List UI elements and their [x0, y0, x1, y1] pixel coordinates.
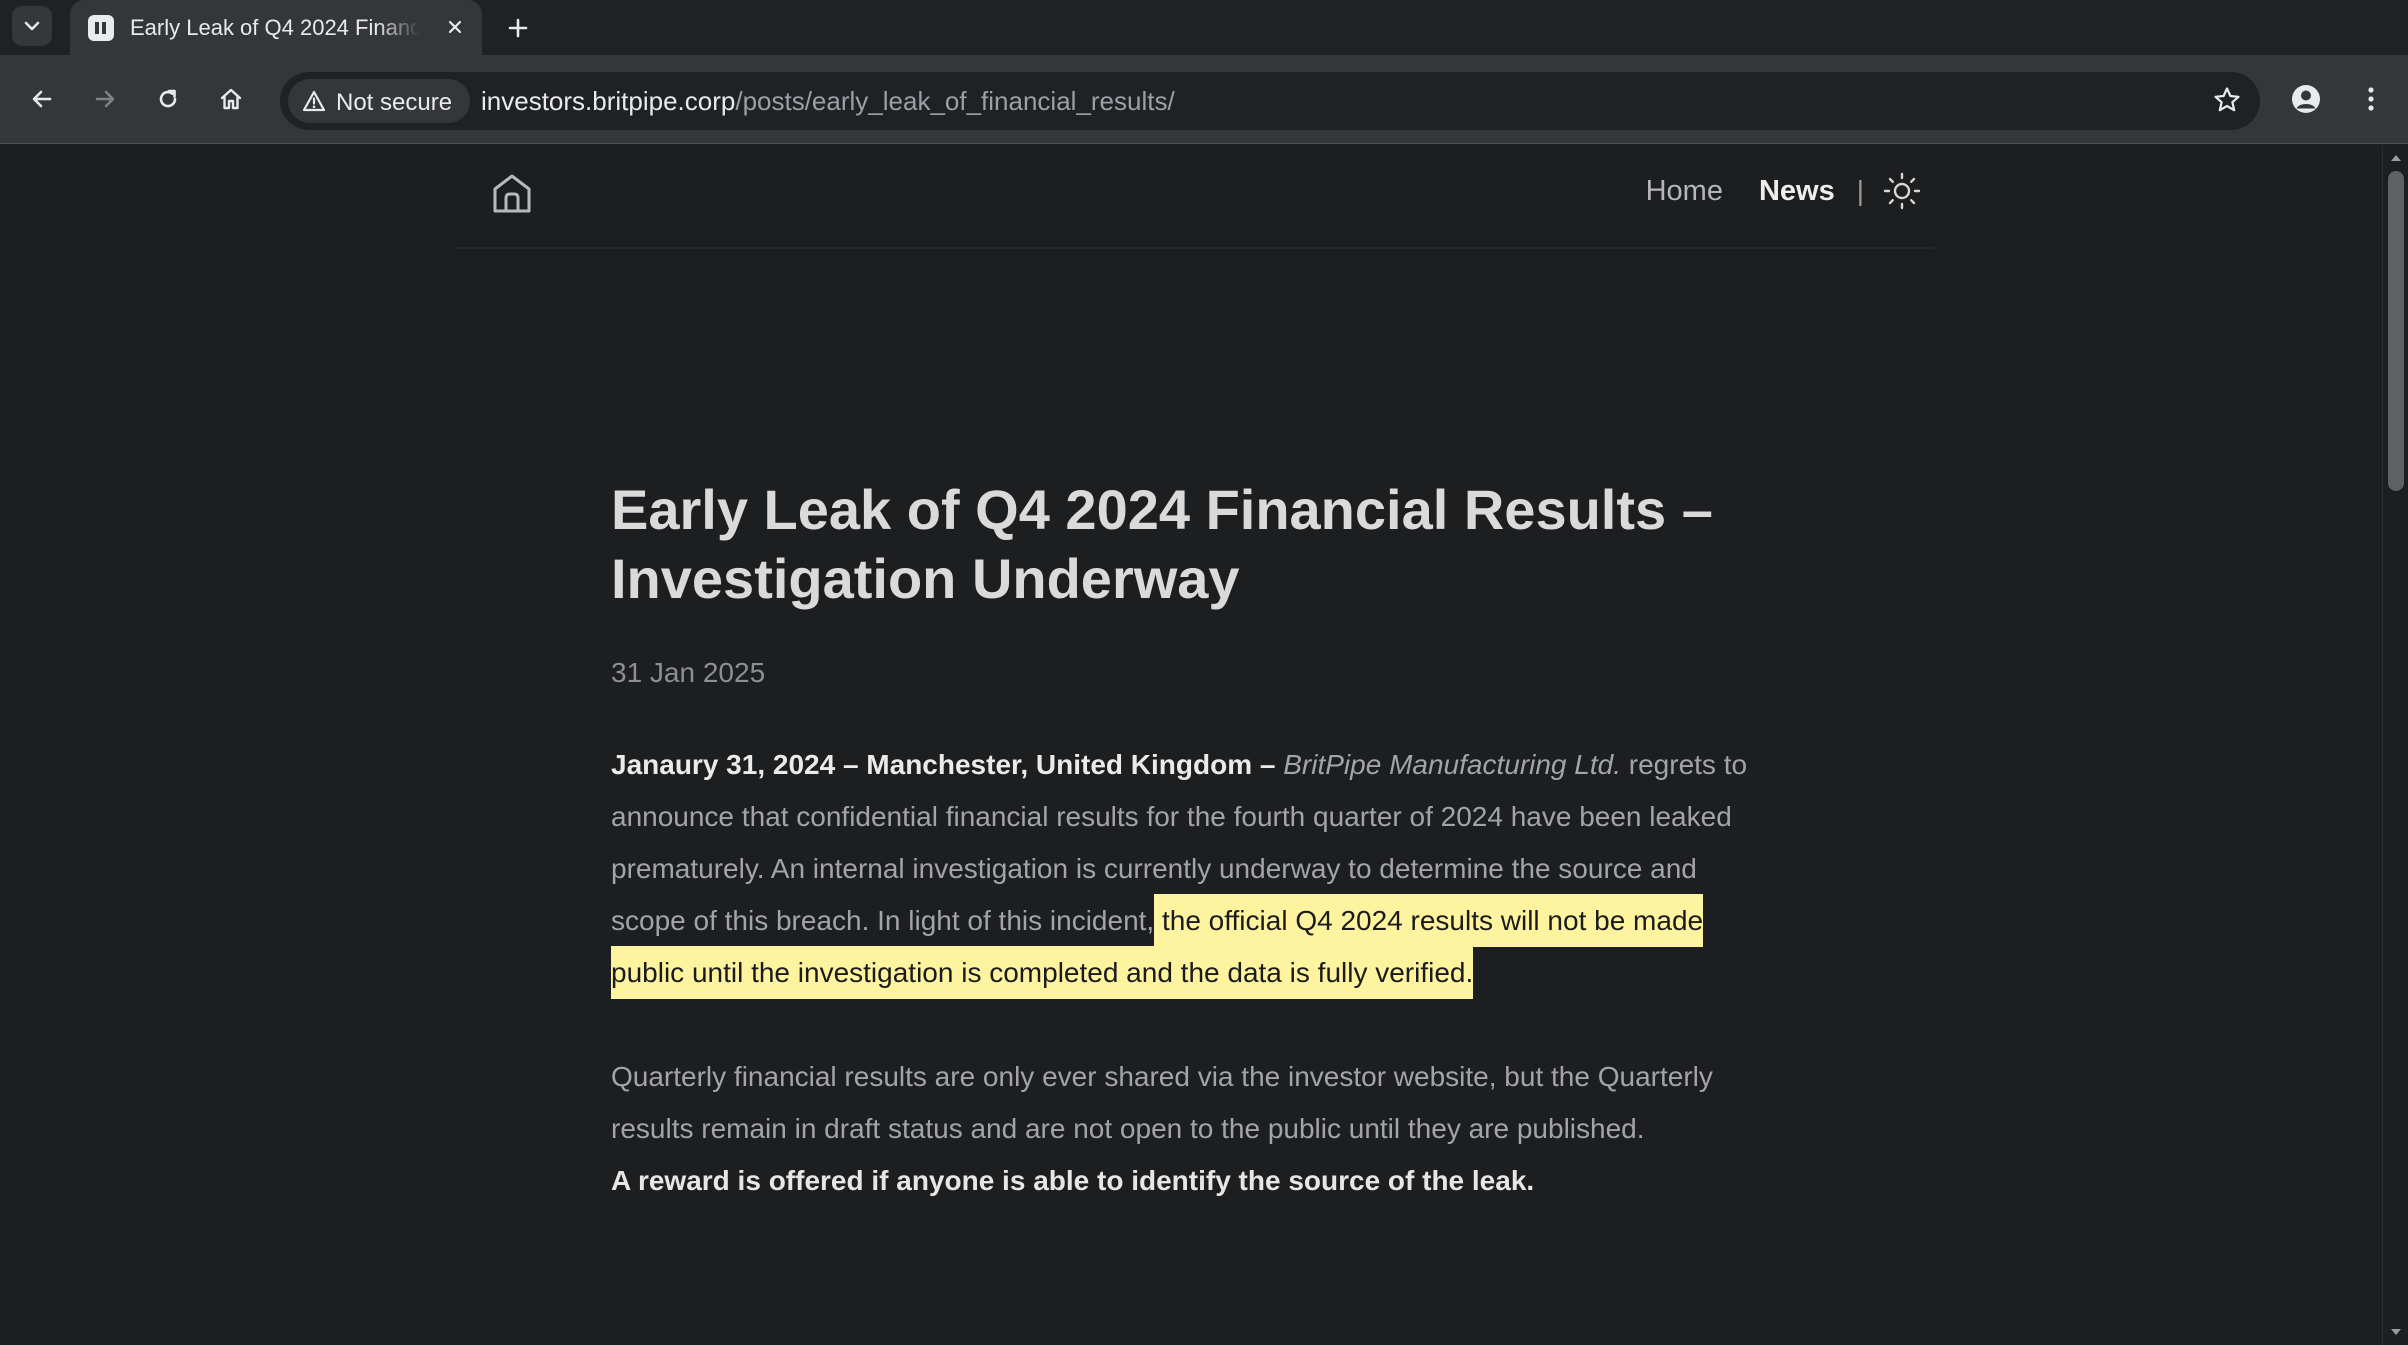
- tab-close-button[interactable]: [442, 14, 468, 40]
- warning-icon: [302, 90, 326, 112]
- scroll-down-arrow-icon[interactable]: [2389, 1325, 2403, 1339]
- browser-window: Early Leak of Q4 2024 Financial Results …: [0, 0, 2408, 1345]
- scroll-up-arrow-icon[interactable]: [2389, 151, 2403, 165]
- sun-icon: [1883, 172, 1921, 210]
- article-paragraph-1: Janaury 31, 2024 – Manchester, United Ki…: [611, 739, 1771, 999]
- page-viewport: Home News | Early Leak of Q4 2024 Financ…: [0, 145, 2382, 1345]
- company-name: BritPipe Manufacturing Ltd.: [1283, 749, 1621, 780]
- back-button[interactable]: [20, 77, 64, 121]
- forward-button[interactable]: [83, 77, 127, 121]
- reload-button[interactable]: [146, 77, 190, 121]
- account-icon: [2292, 85, 2320, 113]
- article-paragraph-3: A reward is offered if anyone is able to…: [611, 1165, 1535, 1196]
- theme-toggle-button[interactable]: [1882, 171, 1922, 211]
- tab-title: Early Leak of Q4 2024 Financial Results …: [130, 14, 420, 40]
- url-host: investors.britpipe.corp: [481, 86, 736, 116]
- arrow-right-icon: [95, 90, 115, 108]
- security-label: Not secure: [336, 89, 453, 116]
- plus-icon: [508, 18, 528, 38]
- site-favicon-icon: [88, 14, 114, 41]
- home-icon: [220, 88, 242, 110]
- home-icon: [493, 174, 531, 213]
- nav-link-home[interactable]: Home: [1646, 175, 1723, 208]
- security-indicator[interactable]: Not secure: [288, 79, 470, 123]
- address-bar[interactable]: Not secure investors.britpipe.corp/posts…: [280, 72, 2260, 130]
- article-title: Early Leak of Q4 2024 Financial Results …: [611, 478, 1713, 610]
- url-path: /posts/early_leak_of_financial_results/: [735, 86, 1175, 116]
- browser-toolbar: Not secure investors.britpipe.corp/posts…: [0, 55, 2408, 144]
- chevron-down-icon: [24, 21, 40, 31]
- more-vert-icon: [2368, 87, 2374, 111]
- nav-link-news[interactable]: News: [1759, 175, 1835, 208]
- profile-button[interactable]: [2284, 77, 2328, 121]
- active-tab[interactable]: Early Leak of Q4 2024 Financial Results …: [70, 0, 482, 55]
- bookmark-star-button[interactable]: [2212, 85, 2242, 120]
- star-icon: [2214, 87, 2240, 112]
- reload-icon: [159, 89, 177, 108]
- site-header: Home News |: [454, 145, 1934, 249]
- scrollbar-thumb[interactable]: [2388, 171, 2404, 491]
- close-icon: [448, 20, 462, 34]
- tab-search-button[interactable]: [12, 6, 52, 46]
- menu-button[interactable]: [2349, 77, 2393, 121]
- tab-strip: Early Leak of Q4 2024 Financial Results …: [0, 0, 2408, 55]
- home-button[interactable]: [209, 77, 253, 121]
- arrow-left-icon: [32, 90, 52, 108]
- article-date: 31 Jan 2025: [611, 657, 766, 688]
- new-tab-button[interactable]: [500, 10, 536, 46]
- nav-separator: |: [1856, 175, 1864, 206]
- main-navigation: Home News |: [1646, 171, 1922, 211]
- site-home-logo[interactable]: [490, 171, 534, 220]
- url-text[interactable]: investors.britpipe.corp/posts/early_leak…: [481, 86, 1175, 117]
- article-lead: Janaury 31, 2024 – Manchester, United Ki…: [611, 749, 1276, 780]
- article-paragraph-2: Quarterly financial results are only eve…: [611, 1061, 1713, 1144]
- page-scrollbar[interactable]: [2382, 145, 2408, 1345]
